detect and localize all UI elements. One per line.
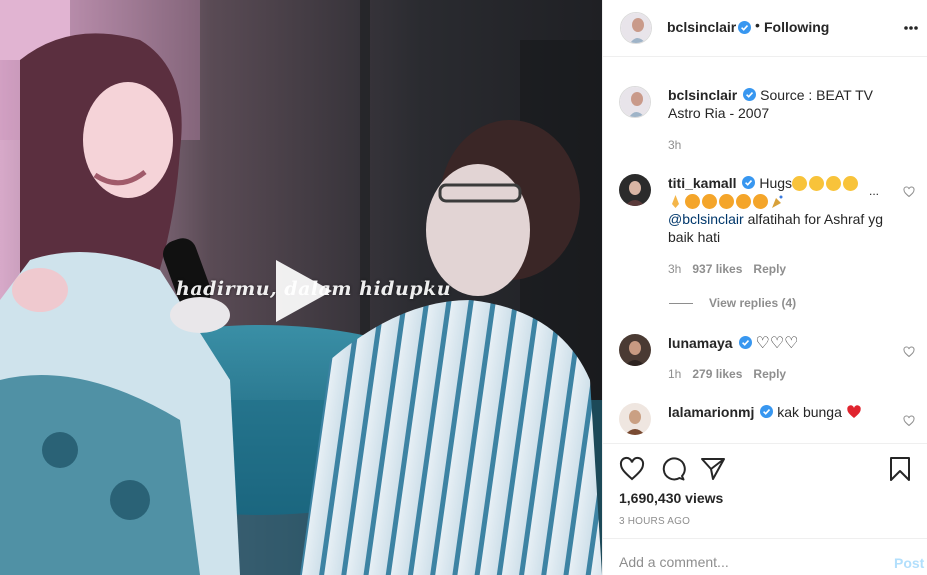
crying-face-icon [792,176,808,191]
verified-badge-icon [734,20,751,36]
comment-overflow-ellipsis: ... [869,184,880,198]
author-avatar[interactable] [620,12,652,44]
comment-age: 1h [668,367,682,381]
bookmark-icon[interactable] [887,456,913,482]
crying-face-icon [843,176,859,191]
comment-likes[interactable]: 937 likes [692,262,742,276]
comment-meta: 1h 279 likes Reply [668,367,797,381]
post-video[interactable]: hadirmu, dalam hidupku [0,0,602,575]
post-timestamp[interactable]: 3 HOURS AGO [619,516,690,527]
post-footer: 1,690,430 views 3 HOURS AGO Post [603,443,927,575]
comment-meta: 3h 937 likes Reply [668,262,797,276]
view-count[interactable]: 1,690,430 views [619,490,723,506]
comment-text: kak bunga [777,404,842,420]
star-struck-icon [736,194,751,209]
party-popper-icon [770,194,785,209]
commenter-avatar[interactable] [619,403,651,435]
caption-age: 3h [668,138,682,152]
add-comment-input[interactable] [619,549,869,575]
crying-face-icon [809,176,825,191]
comment-icon[interactable] [660,456,686,482]
comment-text-prefix: Hugs [759,175,793,191]
reply-button[interactable]: Reply [753,262,786,276]
verified-badge-icon [738,336,752,349]
following-button[interactable]: Following [764,19,829,35]
more-options-icon[interactable] [903,25,919,31]
star-struck-icon [719,194,734,209]
like-comment-heart-icon[interactable] [903,346,915,358]
red-heart-icon [847,405,861,418]
caption-meta: 3h [668,138,692,152]
verified-badge-icon [760,405,774,418]
verified-badge-icon [743,88,757,101]
play-icon[interactable] [268,256,338,326]
comment-age: 3h [668,262,682,276]
comment-likes[interactable]: 279 likes [692,367,742,381]
comment-username[interactable]: lunamaya [668,335,733,351]
view-replies-label: View replies (4) [709,296,797,310]
like-comment-heart-icon[interactable] [903,186,915,198]
post-comment-button[interactable]: Post [894,555,924,571]
comment-text: ♡♡♡ [755,335,799,352]
comment-text-block: titi_kamall Hugs @bclsinclair alfatihah … [668,174,893,246]
comments-list[interactable]: bclsinclair Source : BEAT TV Astro Ria -… [603,58,927,443]
post-side-panel: bclsinclair • Following bclsinclair Sour… [602,0,927,575]
caption-text-block: bclsinclair Source : BEAT TV Astro Ria -… [668,86,893,122]
comment-text-block: lunamaya ♡♡♡ [668,334,893,353]
crying-face-icon [826,176,842,191]
comment-username[interactable]: titi_kamall [668,175,736,191]
star-struck-icon [702,194,717,209]
view-replies-button[interactable]: View replies (4) [669,296,796,310]
action-bar [619,456,913,482]
commenter-avatar[interactable] [619,334,651,366]
folded-hands-icon [668,194,683,209]
commenter-avatar[interactable] [619,174,651,206]
comment-username[interactable]: lalamarionmj [668,404,754,420]
star-struck-icon [685,194,700,209]
separator-dot: • [755,17,760,33]
post-header: bclsinclair • Following [603,0,927,57]
reply-button[interactable]: Reply [753,367,786,381]
share-icon[interactable] [700,456,726,482]
comment-composer: Post [603,538,927,575]
like-comment-heart-icon[interactable] [903,415,915,427]
caption-username[interactable]: bclsinclair [668,87,737,103]
comment-mention[interactable]: @bclsinclair [668,211,744,227]
author-username[interactable]: bclsinclair [667,19,736,35]
verified-badge-icon [742,176,756,189]
comment-text-block: lalamarionmj kak bunga [668,403,893,421]
replies-divider [669,302,693,304]
star-struck-icon [753,194,768,209]
author-avatar-small[interactable] [619,86,651,118]
heart-icon[interactable] [619,456,645,482]
